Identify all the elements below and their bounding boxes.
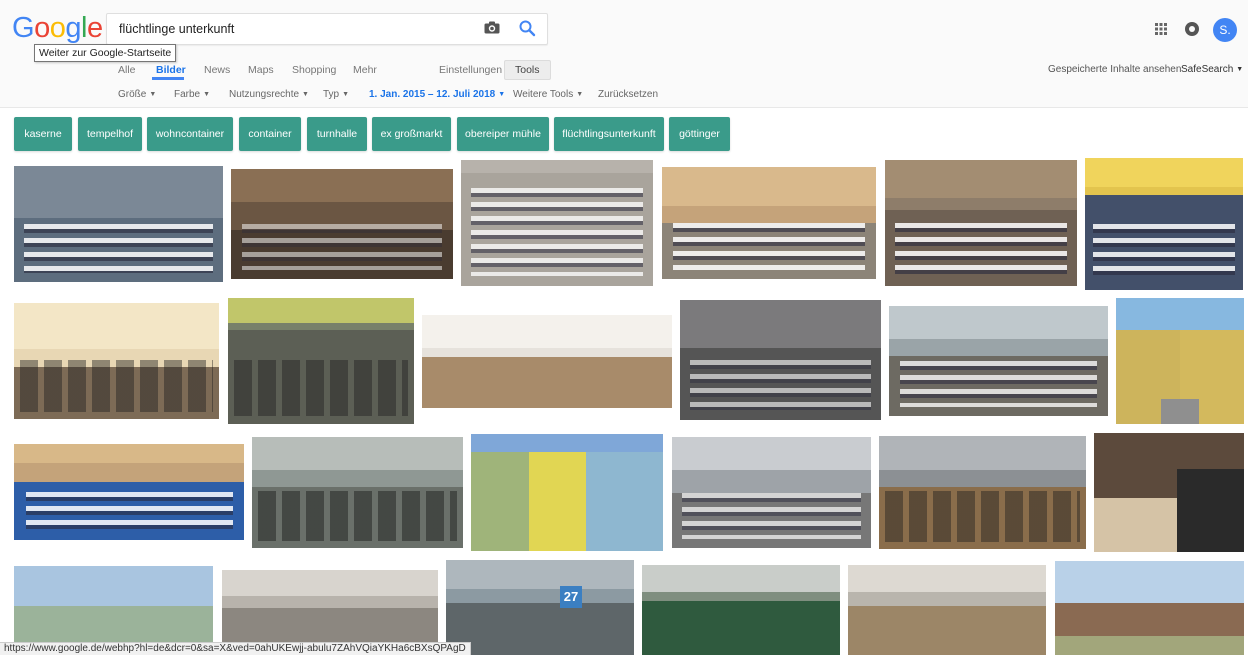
filter-rights[interactable]: Nutzungsrechte ▼: [229, 89, 309, 100]
chevron-down-icon: ▼: [302, 91, 309, 98]
chevron-down-icon: ▼: [1236, 66, 1244, 73]
filter-date[interactable]: 1. Jan. 2015 – 12. Juli 2018 ▼: [369, 89, 505, 100]
active-tab-indicator: [152, 77, 184, 80]
saved-content-link[interactable]: Gespeicherte Inhalte ansehen: [1048, 64, 1181, 75]
notifications-icon[interactable]: [1185, 22, 1199, 36]
logo-tooltip: Weiter zur Google-Startseite: [34, 44, 177, 62]
chevron-down-icon: ▼: [576, 91, 584, 98]
chip-obereiper-muehle[interactable]: obereiper mühle: [457, 117, 549, 151]
filter-reset[interactable]: Zurücksetzen: [598, 89, 658, 100]
image-result[interactable]: [461, 160, 653, 286]
image-result[interactable]: [14, 166, 223, 282]
status-bar-url: https://www.google.de/webhp?hl=de&dcr=0&…: [0, 642, 471, 655]
chip-turnhalle[interactable]: turnhalle: [307, 117, 367, 151]
chevron-down-icon: ▼: [498, 91, 506, 98]
chevron-down-icon: ▼: [149, 91, 157, 98]
image-result[interactable]: [228, 298, 414, 424]
image-result[interactable]: [662, 167, 876, 279]
image-result[interactable]: [1055, 561, 1244, 655]
tab-maps[interactable]: Maps: [248, 64, 274, 76]
image-result[interactable]: [672, 437, 871, 548]
chip-tempelhof[interactable]: tempelhof: [78, 117, 142, 151]
tools-button[interactable]: Tools: [504, 60, 551, 80]
avatar[interactable]: S.: [1213, 18, 1237, 42]
search-input[interactable]: [119, 14, 479, 44]
tab-mehr[interactable]: Mehr: [353, 64, 377, 76]
chevron-down-icon: ▼: [342, 91, 350, 98]
header: Google Weiter zur Google-Startseite S. A…: [0, 0, 1248, 108]
filter-size[interactable]: Größe ▼: [118, 89, 156, 100]
chip-fluechtlingsunterkunft[interactable]: flüchtlingsunterkunft: [554, 117, 664, 151]
tab-alle[interactable]: Alle: [118, 64, 136, 76]
filter-type[interactable]: Typ ▼: [323, 89, 349, 100]
image-result[interactable]: [1116, 298, 1244, 424]
image-result[interactable]: [14, 303, 219, 419]
chip-ex-grossmarkt[interactable]: ex großmarkt: [372, 117, 451, 151]
safesearch-dropdown[interactable]: SafeSearch ▼: [1181, 64, 1243, 75]
filter-bar: Größe ▼ Farbe ▼ Nutzungsrechte ▼ Typ ▼ 1. Ja…: [0, 89, 1248, 103]
image-result[interactable]: [14, 444, 244, 540]
image-result[interactable]: [231, 169, 453, 279]
tab-einstellungen[interactable]: Einstellungen: [439, 64, 502, 76]
image-result[interactable]: [889, 306, 1108, 416]
tab-news[interactable]: News: [204, 64, 230, 76]
image-result[interactable]: [848, 565, 1046, 655]
image-result[interactable]: [252, 437, 463, 548]
image-result[interactable]: [1094, 433, 1244, 552]
image-result[interactable]: [471, 434, 663, 551]
image-result[interactable]: [885, 160, 1077, 286]
filter-color[interactable]: Farbe ▼: [174, 89, 210, 100]
image-result[interactable]: [422, 315, 672, 408]
google-logo[interactable]: Google: [12, 12, 103, 45]
filter-more-tools[interactable]: Weitere Tools ▼: [513, 89, 583, 100]
chip-container[interactable]: container: [239, 117, 301, 151]
tab-shopping[interactable]: Shopping: [292, 64, 336, 76]
search-box: [106, 13, 548, 45]
image-result[interactable]: [1085, 158, 1243, 290]
image-result[interactable]: 27: [446, 560, 634, 655]
chip-wohncontainer[interactable]: wohncontainer: [147, 117, 233, 151]
camera-icon[interactable]: [484, 21, 500, 34]
image-result[interactable]: [642, 565, 840, 655]
search-icon[interactable]: [518, 19, 536, 37]
image-result[interactable]: [879, 436, 1086, 549]
chip-goettinger[interactable]: göttinger: [669, 117, 730, 151]
apps-grid-icon[interactable]: [1155, 23, 1167, 35]
chip-kaserne[interactable]: kaserne: [14, 117, 72, 151]
hall-number-sign: 27: [560, 586, 582, 608]
chevron-down-icon: ▼: [203, 91, 211, 98]
image-result[interactable]: [680, 300, 881, 420]
tab-bilder[interactable]: Bilder: [156, 64, 186, 76]
